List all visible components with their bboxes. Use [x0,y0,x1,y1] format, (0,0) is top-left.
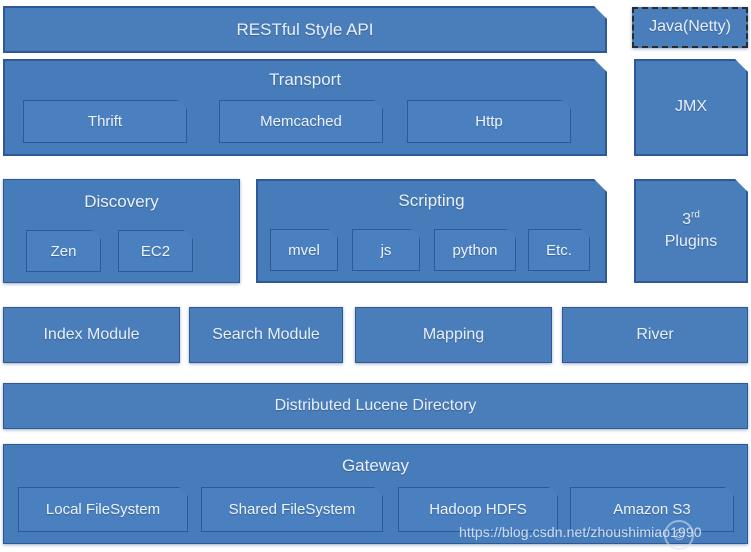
jmx-label: JMX [675,98,707,116]
module-label: Search Module [212,325,320,343]
transport-item-label: Http [475,113,503,130]
discovery-item-label: EC2 [140,242,171,260]
distributed-lucene-directory-box[interactable]: Distributed Lucene Directory [3,383,748,429]
scripting-panel: Scripting mvel js python Etc. [256,179,607,283]
restful-style-api-box[interactable]: RESTful Style API [3,6,607,53]
discovery-item-zen[interactable]: Zen [26,230,101,272]
distributed-lucene-directory-label: Distributed Lucene Directory [274,396,477,414]
module-label: River [636,325,674,343]
module-label: Mapping [422,325,485,343]
architecture-diagram: RESTful Style API Java(Netty) Transport … [0,0,751,552]
jmx-box[interactable]: JMX [634,59,748,156]
scripting-item-label: Etc. [546,241,572,259]
scripting-item-python[interactable]: python [434,229,516,271]
module-label: Index Module [43,325,140,343]
scripting-item-label: python [452,241,498,259]
plugins-line2: Plugins [664,233,718,250]
gateway-item-label: Amazon S3 [613,501,691,518]
gateway-item-amazon-s3[interactable]: Amazon S3 [570,487,734,532]
scripting-item-label: js [380,241,392,259]
gateway-item-label: Shared FileSystem [228,501,356,518]
gateway-title: Gateway [341,456,410,475]
discovery-title: Discovery [84,192,159,211]
transport-panel: Transport Thrift Memcached Http [3,59,607,156]
gateway-item-local-filesystem[interactable]: Local FileSystem [18,487,188,532]
java-netty-box[interactable]: Java(Netty) [632,7,748,48]
discovery-item-label: Zen [50,242,77,260]
discovery-item-ec2[interactable]: EC2 [118,230,193,272]
scripting-item-etc[interactable]: Etc. [528,229,590,271]
transport-item-memcached[interactable]: Memcached [219,100,383,143]
scripting-item-mvel[interactable]: mvel [270,229,338,271]
gateway-item-hadoop-hdfs[interactable]: Hadoop HDFS [398,487,558,532]
transport-title: Transport [268,70,342,89]
module-search-module[interactable]: Search Module [189,307,343,363]
scripting-item-label: mvel [288,241,320,259]
restful-style-api-label: RESTful Style API [236,19,374,39]
scripting-item-js[interactable]: js [352,229,420,271]
transport-item-label: Thrift [87,113,123,130]
discovery-panel: Discovery Zen EC2 [3,179,240,283]
transport-item-thrift[interactable]: Thrift [23,100,187,143]
plugins-prefix: 3 [682,210,692,228]
plugins-superscript: rd [691,209,700,221]
gateway-panel: Gateway Local FileSystem Shared FileSyst… [3,444,748,544]
transport-item-http[interactable]: Http [407,100,571,143]
third-party-plugins-box[interactable]: 3rd Plugins [634,179,748,283]
gateway-item-shared-filesystem[interactable]: Shared FileSystem [201,487,383,532]
module-mapping[interactable]: Mapping [355,307,552,363]
java-netty-label: Java(Netty) [649,18,731,36]
gateway-item-label: Local FileSystem [45,501,161,518]
module-index-module[interactable]: Index Module [3,307,180,363]
gateway-item-label: Hadoop HDFS [429,501,527,518]
scripting-title: Scripting [398,191,465,210]
plugins-line1: 3rd [682,211,700,229]
module-river[interactable]: River [562,307,748,363]
transport-item-label: Memcached [260,113,342,130]
